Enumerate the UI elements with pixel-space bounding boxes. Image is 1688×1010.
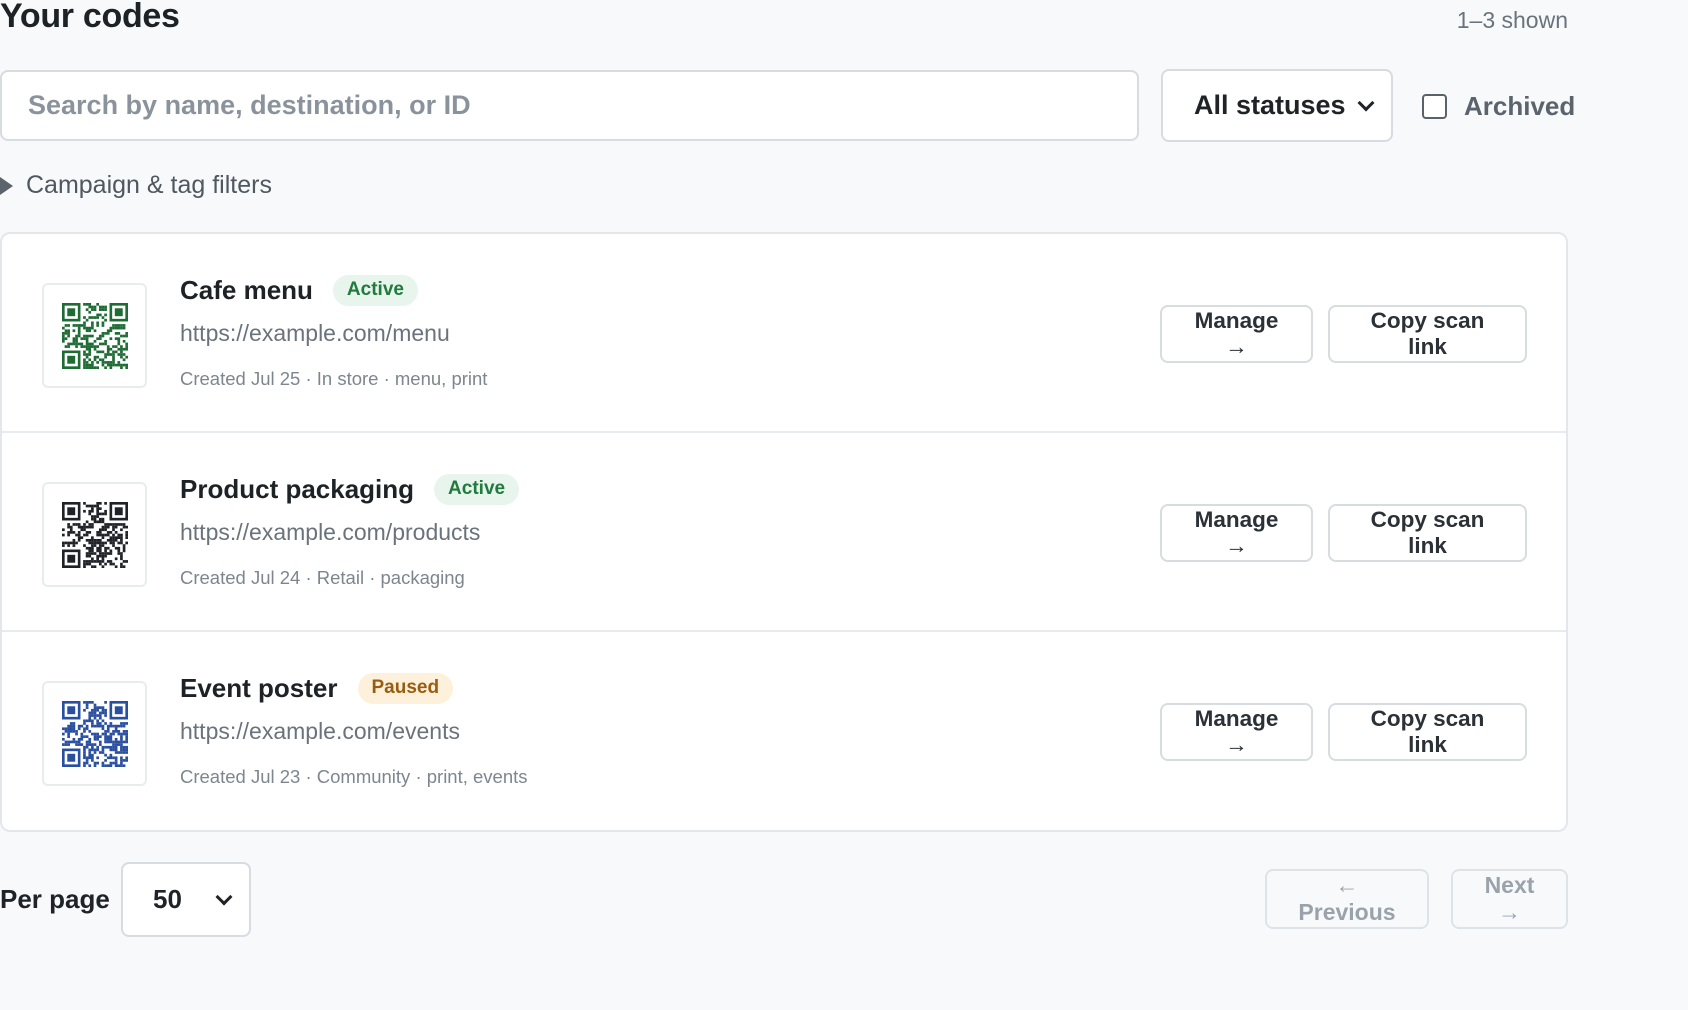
- code-row: Cafe menu Active https://example.com/men…: [2, 234, 1566, 433]
- code-destination-url: https://example.com/menu: [180, 320, 450, 346]
- search-input[interactable]: [0, 70, 1139, 141]
- page-title: Your codes: [0, 0, 180, 35]
- qr-thumbnail[interactable]: [42, 283, 147, 388]
- next-page-button[interactable]: Next →: [1451, 869, 1568, 929]
- manage-button[interactable]: Manage →: [1160, 305, 1313, 363]
- code-name[interactable]: Product packaging: [180, 474, 414, 505]
- code-list: Cafe menu Active https://example.com/men…: [0, 232, 1568, 832]
- code-title-line: Cafe menu Active: [180, 272, 1080, 308]
- code-name[interactable]: Event poster: [180, 673, 338, 704]
- copy-scan-link-button[interactable]: Copy scan link: [1328, 305, 1527, 363]
- manage-button[interactable]: Manage →: [1160, 504, 1313, 562]
- page-header: Your codes 1–3 shown: [0, 0, 1568, 40]
- qr-thumbnail[interactable]: [42, 482, 147, 587]
- code-title-line: Product packaging Active: [180, 471, 1080, 507]
- code-info: Event poster Paused https://example.com/…: [180, 670, 1080, 788]
- code-destination-url: https://example.com/events: [180, 718, 460, 744]
- code-name[interactable]: Cafe menu: [180, 275, 313, 306]
- code-row: Product packaging Active https://example…: [2, 433, 1566, 632]
- caret-right-icon: [0, 176, 13, 195]
- qr-thumbnail[interactable]: [42, 681, 147, 786]
- per-page-value: 50: [153, 884, 182, 914]
- chevron-down-icon: [215, 888, 233, 905]
- chevron-down-icon: [1357, 94, 1375, 111]
- status-badge: Paused: [357, 672, 454, 704]
- code-info: Product packaging Active https://example…: [180, 471, 1080, 589]
- code-info: Cafe menu Active https://example.com/men…: [180, 272, 1080, 390]
- status-filter-select[interactable]: All statuses: [1161, 69, 1393, 142]
- per-page-label: Per page: [0, 884, 110, 914]
- archived-checkbox[interactable]: [1422, 94, 1447, 119]
- copy-scan-link-button[interactable]: Copy scan link: [1328, 504, 1527, 562]
- previous-page-button[interactable]: ← Previous: [1265, 869, 1429, 929]
- status-filter-value: All statuses: [1194, 90, 1346, 120]
- qr-code-icon: [61, 302, 128, 369]
- qr-code-icon: [61, 501, 128, 568]
- code-title-line: Event poster Paused: [180, 670, 1080, 706]
- code-meta: Created Jul 23 · Community · print, even…: [180, 766, 528, 787]
- archived-label: Archived: [1464, 91, 1576, 121]
- results-count: 1–3 shown: [1456, 7, 1568, 33]
- code-row: Event poster Paused https://example.com/…: [2, 632, 1566, 830]
- campaign-tag-filters-toggle[interactable]: Campaign & tag filters: [0, 171, 272, 200]
- filters-label: Campaign & tag filters: [26, 171, 272, 199]
- row-actions: Manage → Copy scan link: [1160, 703, 1527, 761]
- status-badge: Active: [434, 473, 520, 505]
- code-meta: Created Jul 25 · In store · menu, print: [180, 368, 488, 389]
- row-actions: Manage → Copy scan link: [1160, 305, 1527, 363]
- row-actions: Manage → Copy scan link: [1160, 504, 1527, 562]
- qr-code-icon: [61, 700, 128, 767]
- manage-button[interactable]: Manage →: [1160, 703, 1313, 761]
- per-page-select[interactable]: 50: [121, 862, 251, 937]
- code-meta: Created Jul 24 · Retail · packaging: [180, 567, 465, 588]
- status-badge: Active: [332, 274, 418, 306]
- copy-scan-link-button[interactable]: Copy scan link: [1328, 703, 1527, 761]
- code-destination-url: https://example.com/products: [180, 519, 481, 545]
- archived-toggle[interactable]: Archived: [1422, 91, 1575, 122]
